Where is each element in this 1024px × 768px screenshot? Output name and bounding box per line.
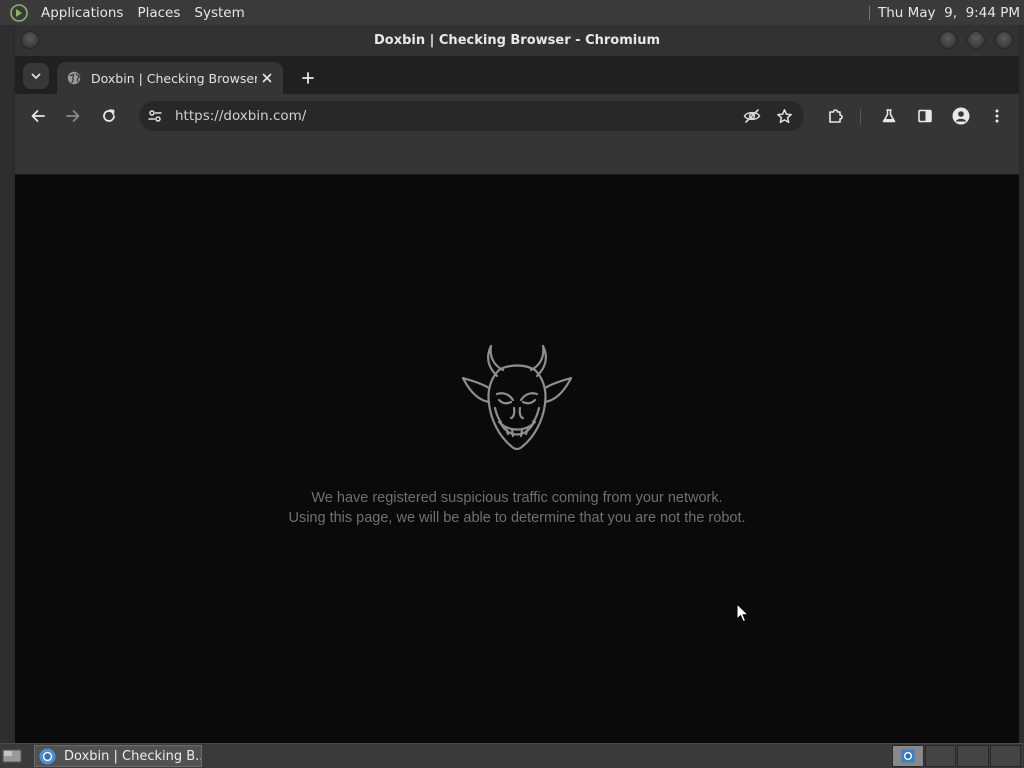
minimize-button[interactable]	[939, 31, 957, 49]
bookmarks-bar	[15, 138, 1019, 175]
tab-close-button[interactable]	[257, 68, 277, 88]
maximize-button[interactable]	[967, 31, 985, 49]
workspace-2[interactable]	[924, 745, 956, 767]
desktop-icon	[2, 749, 22, 763]
back-button[interactable]	[26, 104, 50, 128]
profile-button[interactable]	[949, 104, 973, 128]
tab-title: Doxbin | Checking Browser	[91, 70, 257, 86]
warning-message-line1: We have registered suspicious traffic co…	[311, 490, 723, 506]
address-bar[interactable]: https://doxbin.com/	[139, 101, 804, 131]
eye-slash-icon	[743, 109, 761, 123]
workspace-4[interactable]	[989, 745, 1021, 767]
plus-icon	[302, 72, 314, 84]
side-panel-icon	[918, 109, 932, 123]
toolbar-divider	[860, 109, 861, 125]
window-menu-button[interactable]	[21, 31, 39, 49]
menu-system[interactable]: System	[187, 5, 251, 21]
reload-button[interactable]	[97, 104, 121, 128]
site-settings-button[interactable]	[143, 104, 167, 128]
devil-head-icon	[461, 344, 573, 451]
tab-search-button[interactable]	[23, 63, 49, 89]
kebab-menu-icon	[995, 109, 999, 123]
url-text[interactable]: https://doxbin.com/	[175, 108, 740, 124]
taskbar-item-chromium[interactable]: Doxbin | Checking B...	[34, 745, 202, 767]
back-arrow-icon	[31, 110, 45, 122]
workspace-1[interactable]	[892, 745, 924, 767]
puzzle-piece-icon	[829, 109, 843, 123]
close-icon	[262, 73, 272, 83]
clock-separator	[868, 5, 870, 20]
window-title: Doxbin | Checking Browser - Chromium	[373, 33, 661, 48]
warning-message-line2: Using this page, we will be able to dete…	[288, 510, 746, 526]
chrome-menu-button[interactable]	[985, 104, 1009, 128]
distro-logo-icon[interactable]	[10, 3, 28, 22]
menu-places[interactable]: Places	[130, 5, 187, 21]
forward-button[interactable]	[61, 104, 85, 128]
forward-arrow-icon	[66, 110, 80, 122]
workspace-switcher	[892, 745, 1022, 767]
mouse-pointer-icon	[736, 603, 750, 623]
globe-icon	[67, 71, 81, 85]
show-desktop-button[interactable]	[2, 747, 22, 765]
workspace-3[interactable]	[957, 745, 989, 767]
tracking-protection-button[interactable]	[740, 104, 764, 128]
close-window-button[interactable]	[995, 31, 1013, 49]
warning-message: We have registered suspicious traffic co…	[15, 488, 1019, 528]
browser-toolbar: https://doxbin.com/	[15, 94, 1019, 138]
tab-strip: Doxbin | Checking Browser	[15, 56, 1019, 94]
new-tab-button[interactable]	[297, 67, 319, 89]
chevron-down-icon	[31, 73, 41, 79]
chromium-icon	[901, 749, 915, 763]
tab-doxbin[interactable]: Doxbin | Checking Browser	[57, 62, 283, 94]
page-content: We have registered suspicious traffic co…	[15, 175, 1019, 743]
menu-applications[interactable]: Applications	[34, 5, 130, 21]
side-panel-button[interactable]	[913, 104, 937, 128]
taskbar-item-label: Doxbin | Checking B...	[64, 748, 201, 764]
labs-button[interactable]	[877, 104, 901, 128]
window-titlebar[interactable]: Doxbin | Checking Browser - Chromium	[15, 25, 1019, 56]
bottom-panel: Doxbin | Checking B...	[0, 743, 1024, 768]
reload-icon	[103, 109, 115, 122]
chromium-icon	[39, 748, 56, 765]
star-icon	[776, 108, 792, 123]
clock[interactable]: Thu May 9, 9:44 PM	[868, 4, 1024, 21]
browser-window: Doxbin | Checking Browser - Chromium Dox…	[13, 25, 1021, 743]
extensions-button[interactable]	[824, 104, 848, 128]
clock-text: Thu May 9, 9:44 PM	[877, 4, 1020, 21]
top-panel: Applications Places System Thu May 9, 9:…	[0, 0, 1024, 25]
flask-icon	[882, 109, 896, 123]
profile-icon	[952, 107, 970, 125]
site-settings-icon	[148, 110, 162, 122]
bookmark-star-button[interactable]	[772, 104, 796, 128]
